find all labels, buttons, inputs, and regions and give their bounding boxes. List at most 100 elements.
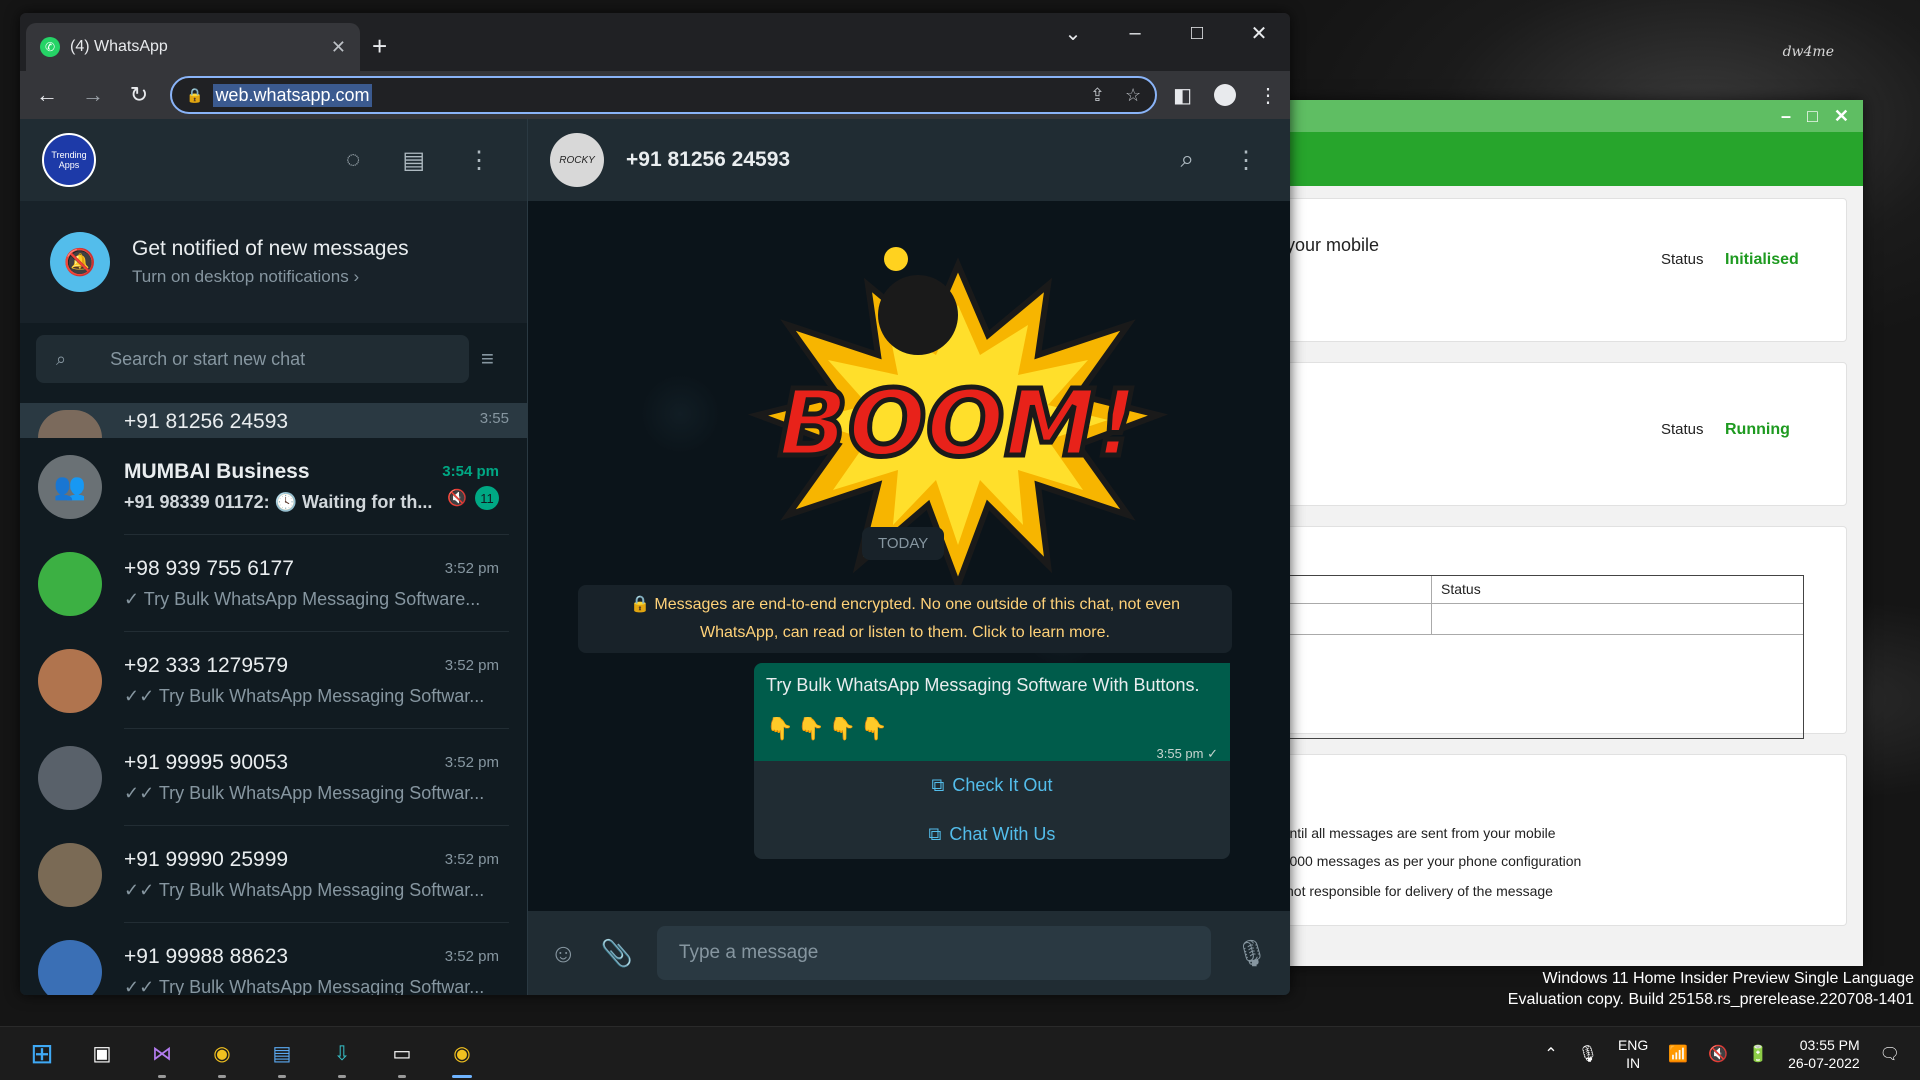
menu-kebab-icon[interactable]: ⋮ [1234,146,1258,175]
wifi-icon[interactable]: 📶 [1668,1044,1688,1064]
language-indicator[interactable]: ENG IN [1618,1036,1648,1072]
chat-time: 3:52 pm [444,948,499,965]
app-window-icon[interactable]: ▭ [386,1038,418,1078]
chat-item[interactable]: +91 99988 88623 3:52 pm ✓✓ Try Bulk Whats… [20,923,527,995]
url-text[interactable]: web.whatsapp.com [213,83,372,107]
profile-icon[interactable] [1214,84,1236,106]
chat-time: 3:55 [479,410,509,427]
notepad-icon[interactable]: ▤ [266,1038,298,1078]
back-icon[interactable]: ← [32,82,62,108]
conversation-header[interactable]: ROCKY +91 81256 24593 ⌕ ⋮ [528,119,1290,201]
start-windows-icon[interactable]: ⊞ [26,1038,58,1070]
avatar [38,745,102,810]
microphone-icon[interactable]: 🎙 [1578,1044,1598,1064]
system-tray: ⌃ 🎙 ENG IN 📶 🔇 🔋 03:55 PM 26-07-2022 🗨 [1544,1036,1920,1072]
search-placeholder: Search or start new chat [110,348,306,369]
menu-kebab-icon[interactable]: ⋮ [1258,83,1278,108]
chat-item-partial[interactable]: +91 81256 24593 3:55 [20,403,527,438]
notice-line-2: Evaluation copy. Build 25158.rs_prerelea… [1507,991,1914,1008]
close-icon[interactable]: ✕ [1834,106,1849,127]
chat-item[interactable]: +91 99995 90053 3:52 pm ✓✓ Try Bulk Whats… [20,729,527,826]
chat-name: +98 939 755 6177 [124,556,294,580]
table-col-divider [1431,576,1432,634]
close-icon[interactable]: ✕ [1228,21,1290,46]
notification-banner[interactable]: 🔕 Get notified of new messages Turn on d… [20,201,527,323]
chat-name: +91 99995 90053 [124,750,289,774]
search-input[interactable]: ⌕ Search or start new chat [36,335,469,383]
table-header-row [1271,576,1803,604]
chrome-icon-active[interactable]: ◉ [446,1038,478,1078]
maximize-icon[interactable]: □ [1807,106,1818,127]
chat-time: 3:52 pm [444,560,499,577]
chat-item[interactable]: +98 939 755 6177 3:52 pm ✓ Try Bulk Whats… [20,535,527,632]
visual-studio-icon[interactable]: ⋈ [146,1038,178,1078]
menu-kebab-icon[interactable]: ⋮ [467,146,491,175]
browser-window[interactable]: ✆ (4) WhatsApp ✕ + ⌄ – □ ✕ ← → ↻ 🔒 web.w… [20,13,1290,995]
filter-icon[interactable]: ≡ [481,346,511,372]
microphone-icon[interactable]: 🎙 [1235,938,1268,969]
encryption-notice[interactable]: 🔒 Messages are end-to-end encrypted. No … [578,585,1232,653]
clock-time: 03:55 PM [1799,1036,1860,1053]
new-tab-button[interactable]: + [372,31,387,62]
region-code: IN [1626,1054,1641,1071]
bgapp-header [1270,132,1863,186]
background-app-window[interactable]: – □ ✕ n your mobile Status Initialised S… [1270,100,1863,966]
bookmark-star-icon[interactable]: ☆ [1125,85,1141,106]
speaker-muted-icon[interactable]: 🔇 [1708,1044,1728,1064]
chat-with-us-button[interactable]: ⧉ Chat With Us [754,810,1230,859]
contact-avatar[interactable]: ROCKY [550,133,604,187]
tab-close-icon[interactable]: ✕ [331,37,346,58]
reload-icon[interactable]: ↻ [124,82,154,108]
encryption-text: Messages are end-to-end encrypted. No on… [654,596,1181,641]
attach-icon[interactable]: 📎 [601,938,633,969]
check-it-out-button[interactable]: ⧉ Check It Out [754,761,1230,810]
chat-sidebar: Trending Apps ◌ ▤ ⋮ 🔕 Get notified of ne… [20,119,528,995]
contact-name[interactable]: +91 81256 24593 [626,148,790,172]
notify-link[interactable]: Turn on desktop notifications › [132,267,409,287]
notification-icon[interactable]: 🗨 [1880,1044,1900,1064]
toolbar-right: ◧ ⋮ [1173,83,1278,108]
chat-name: +91 81256 24593 [124,410,289,433]
side-panel-icon[interactable]: ◧ [1173,83,1192,108]
tab-whatsapp[interactable]: ✆ (4) WhatsApp ✕ [26,23,360,71]
button-label: Chat With Us [949,824,1056,844]
chat-time: 3:52 pm [444,754,499,771]
tab-title: (4) WhatsApp [70,38,168,55]
avatar [38,551,102,616]
tab-search-icon[interactable]: ⌄ [1042,21,1104,46]
unread-badge: 11 [475,486,499,510]
minimize-icon[interactable]: – [1781,106,1791,127]
emoji-icon[interactable]: ☺ [550,938,577,969]
notify-title: Get notified of new messages [132,237,409,260]
search-icon[interactable]: ⌕ [1181,146,1194,175]
battery-icon[interactable]: 🔋 [1748,1044,1768,1064]
chrome-icon[interactable]: ◉ [206,1038,238,1078]
lock-icon[interactable]: 🔒 [186,87,203,104]
maximize-icon[interactable]: □ [1166,22,1228,45]
share-icon[interactable]: ⇪ [1090,85,1105,106]
minimize-icon[interactable]: – [1104,22,1166,45]
message-buttons: ⧉ Check It Out ⧉ Chat With Us [754,761,1230,859]
my-avatar[interactable]: Trending Apps [42,133,96,187]
chat-last-message: +91 98339 01172: 🕓 Waiting for th... [124,491,433,512]
forward-icon[interactable]: → [78,82,108,108]
note-line: /20000 messages as per your phone config… [1270,853,1582,869]
external-link-icon: ⧉ [931,775,945,795]
task-view-icon[interactable]: ▣ [86,1038,118,1070]
status-icon[interactable]: ◌ [346,146,360,175]
clock[interactable]: 03:55 PM 26-07-2022 [1788,1036,1860,1072]
chat-item-mumbai-business[interactable]: 👥 MUMBAI Business 3:54 pm +91 98339 01172… [20,438,527,535]
chevron-up-icon[interactable]: ⌃ [1544,1044,1557,1064]
browser-toolbar: ← → ↻ 🔒 web.whatsapp.com ⇪ ☆ ◧ ⋮ [20,71,1290,119]
boom-sticker[interactable]: BOOM! [748,245,1168,605]
outgoing-message[interactable]: Try Bulk WhatsApp Messaging Software Wit… [754,663,1230,770]
new-chat-icon[interactable]: ▤ [402,146,425,175]
chat-name: +91 99988 88623 [124,944,289,968]
taskbar-apps: ⊞ ▣ ⋈ ◉ ▤ ⇩ ▭ ◉ [26,1038,478,1078]
bgapp-panel-notes: d until all messages are sent from your … [1270,754,1847,926]
chat-item[interactable]: +92 333 1279579 3:52 pm ✓✓ Try Bulk Whats… [20,632,527,729]
message-input[interactable]: Type a message [656,926,1211,980]
installer-icon[interactable]: ⇩ [326,1038,358,1078]
chat-item[interactable]: +91 99990 25999 3:52 pm ✓✓ Try Bulk Whats… [20,826,527,923]
address-bar[interactable]: 🔒 web.whatsapp.com ⇪ ☆ [170,76,1158,114]
